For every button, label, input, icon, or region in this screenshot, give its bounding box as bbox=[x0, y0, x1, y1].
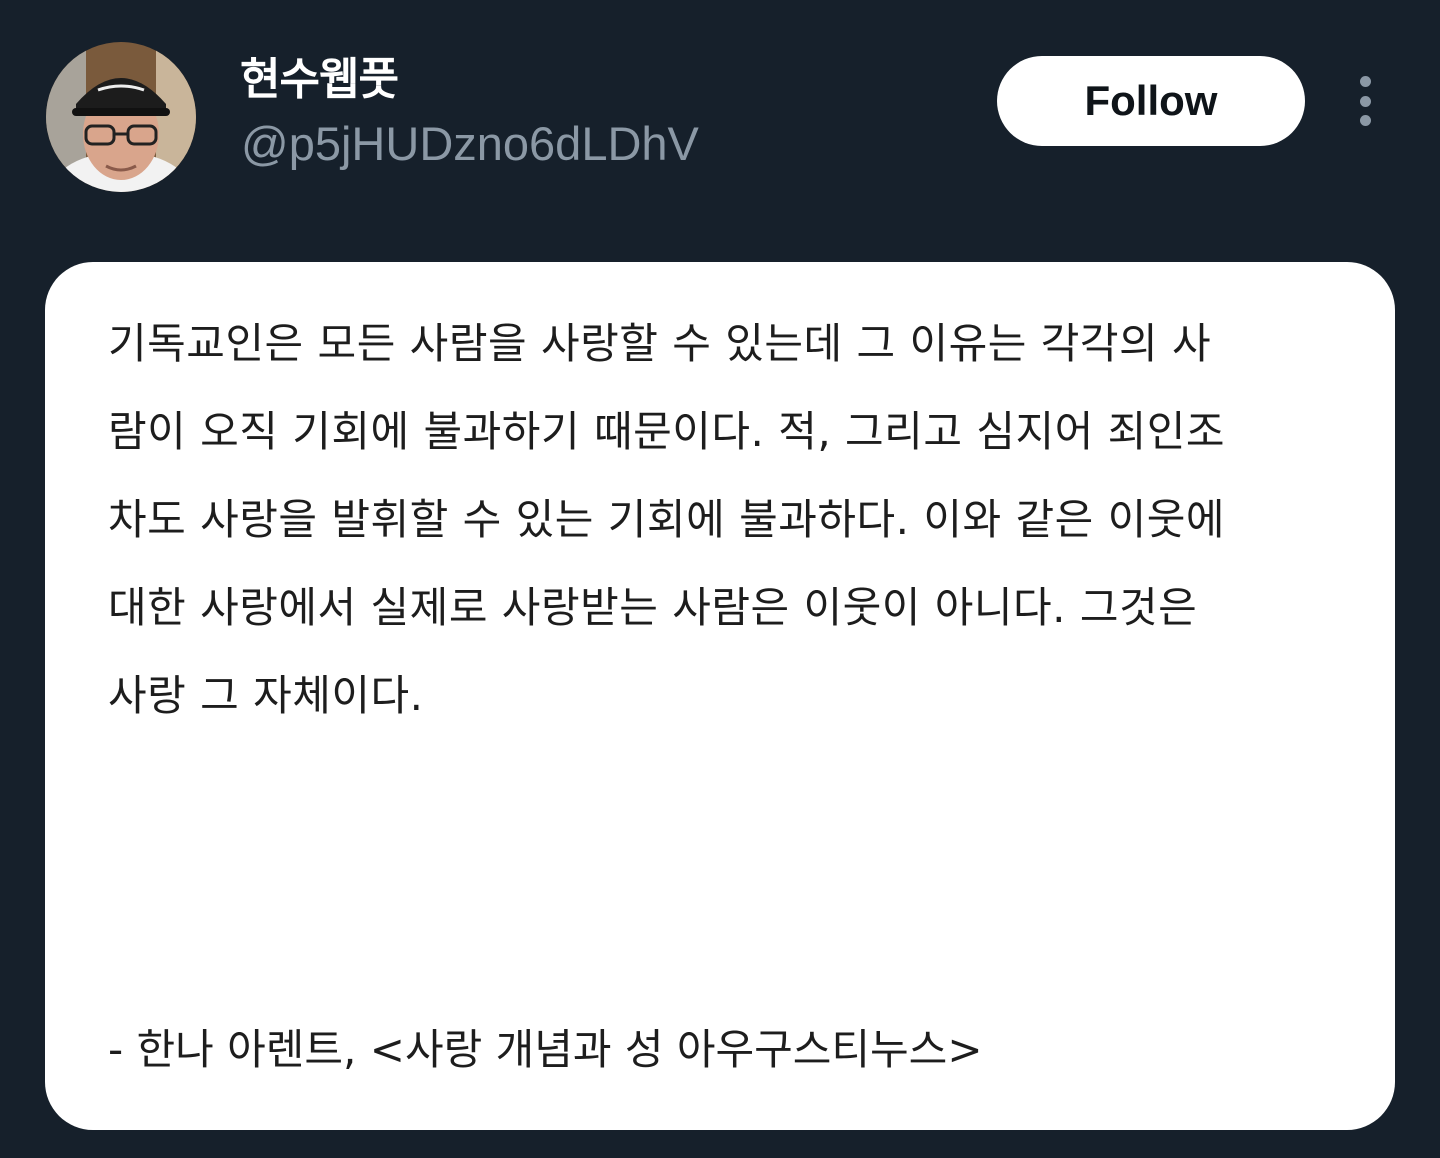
user-handle[interactable]: @p5jHUDzno6dLDhV bbox=[241, 116, 699, 172]
more-vertical-icon[interactable] bbox=[1340, 70, 1390, 132]
more-dot bbox=[1359, 95, 1371, 107]
display-name[interactable]: 현수웹풋 bbox=[240, 52, 399, 108]
quote-text: 기독교인은 모든 사람을 사랑할 수 있는데 그 이유는 각각의 사 람이 오직… bbox=[108, 300, 1348, 740]
more-dot bbox=[1359, 76, 1371, 87]
more-dot bbox=[1359, 115, 1371, 126]
quote-line: 기독교인은 모든 사람을 사랑할 수 있는데 그 이유는 각각의 사 bbox=[108, 319, 1212, 368]
profile-photo bbox=[46, 42, 196, 192]
quote-line: 람이 오직 기회에 불과하기 때문이다. 적, 그리고 심지어 죄인조 bbox=[108, 407, 1226, 456]
quote-line: 대한 사랑에서 실제로 사랑받는 사람은 이웃이 아니다. 그것은 bbox=[108, 583, 1198, 632]
quote-line: 차도 사랑을 발휘할 수 있는 기회에 불과하다. 이와 같은 이웃에 bbox=[108, 495, 1226, 544]
follow-button[interactable]: Follow bbox=[997, 56, 1305, 146]
quote-line: 사랑 그 자체이다. bbox=[108, 671, 424, 720]
post-image-card[interactable]: 기독교인은 모든 사람을 사랑할 수 있는데 그 이유는 각각의 사 람이 오직… bbox=[45, 262, 1395, 1130]
quote-attribution: - 한나 아렌트, <사랑 개념과 성 아우구스티누스> bbox=[108, 1025, 983, 1074]
avatar[interactable] bbox=[46, 42, 196, 192]
